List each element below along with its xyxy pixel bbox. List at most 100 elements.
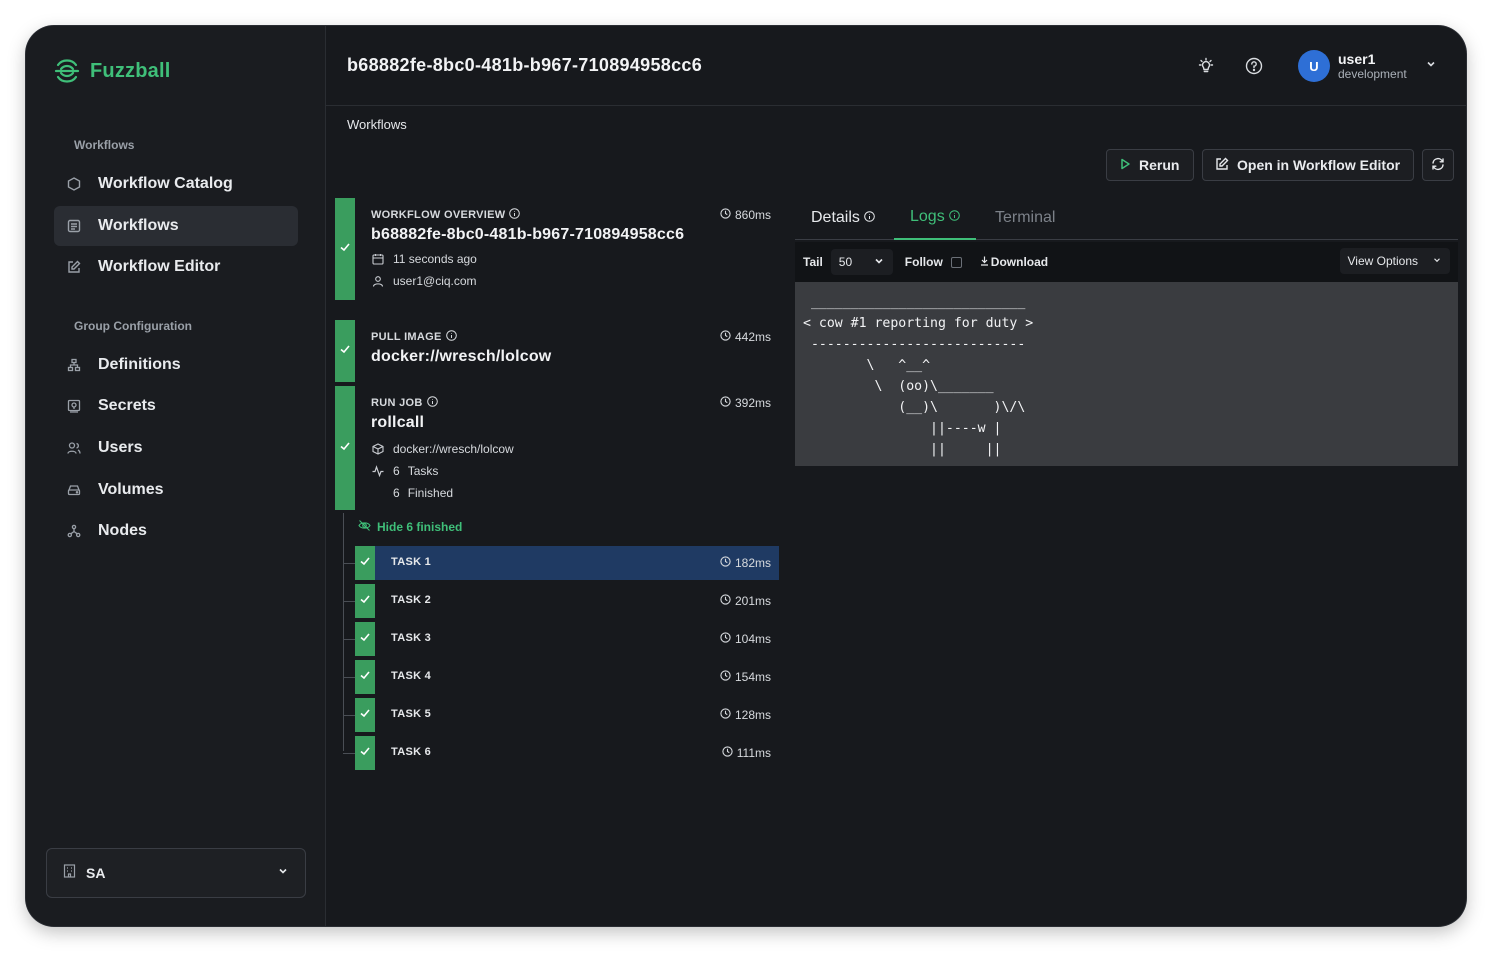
user-icon — [371, 274, 385, 288]
sidebar-item-workflow-editor[interactable]: Workflow Editor — [54, 247, 298, 287]
help-icon[interactable] — [1244, 56, 1264, 76]
sidebar-item-volumes[interactable]: Volumes — [54, 470, 298, 510]
sidebar-item-users[interactable]: Users — [54, 428, 298, 468]
finished-count: 6 — [393, 486, 400, 500]
job-image-text: docker://wresch/lolcow — [393, 442, 514, 456]
task-duration: 104ms — [720, 632, 771, 646]
user-role: development — [1338, 67, 1407, 81]
task-status-bar — [355, 660, 375, 694]
clock-icon — [720, 708, 731, 722]
run-job-step[interactable]: RUN JOB 392ms rollcall docker://wresch/l… — [335, 386, 779, 510]
clock-icon — [720, 632, 731, 646]
check-icon — [359, 668, 371, 686]
pull-image-step[interactable]: PULL IMAGE 442ms docker://wresch/lolcow — [335, 320, 779, 382]
tab-details[interactable]: Details — [795, 196, 891, 240]
sidebar-item-label: Volumes — [98, 481, 164, 498]
sidebar-item-nodes[interactable]: Nodes — [54, 511, 298, 551]
sidebar-item-label: Users — [98, 439, 143, 456]
sidebar-item-definitions[interactable]: Definitions — [54, 345, 298, 385]
follow-checkbox[interactable] — [950, 256, 962, 268]
sidebar-item-secrets[interactable]: Secrets — [54, 386, 298, 426]
clock-icon — [720, 208, 731, 222]
check-icon — [339, 342, 351, 360]
created-time: 11 seconds ago — [371, 252, 477, 266]
job-finished: 6 Finished — [371, 486, 453, 500]
sidebar-item-workflow-catalog[interactable]: Workflow Catalog — [54, 164, 298, 204]
log-toolbar: Tail 50 Follow Download View Options — [795, 242, 1458, 282]
task-row[interactable]: TASK 2 201ms — [343, 584, 779, 618]
edit-icon — [1215, 157, 1229, 174]
tab-logs[interactable]: Logs — [894, 196, 976, 240]
task-duration-text: 154ms — [734, 670, 771, 684]
activity-icon — [371, 464, 385, 478]
check-icon — [359, 554, 371, 572]
rerun-label: Rerun — [1139, 157, 1180, 173]
info-icon[interactable] — [426, 396, 438, 410]
task-duration-text: 104ms — [734, 632, 771, 646]
task-status-bar — [355, 736, 375, 770]
view-options-label: View Options — [1347, 254, 1418, 268]
tree-connector — [343, 639, 355, 640]
list-icon — [66, 218, 82, 234]
task-row[interactable]: TASK 5 128ms — [343, 698, 779, 732]
section-label-group-configuration: Group Configuration — [74, 319, 192, 333]
building-icon — [63, 863, 76, 883]
info-icon[interactable] — [509, 208, 521, 222]
user-info: user1 development — [1338, 51, 1407, 81]
task-row[interactable]: TASK 4 154ms — [343, 660, 779, 694]
edit-icon — [66, 259, 82, 275]
step-kicker: RUN JOB — [371, 396, 438, 410]
task-duration-text: 111ms — [736, 746, 771, 760]
step-status-bar — [335, 386, 355, 510]
log-output[interactable]: ___________________________ < cow #1 rep… — [795, 282, 1458, 466]
sidebar-item-label: Workflow Editor — [98, 258, 221, 275]
organization-select[interactable]: SA — [46, 848, 306, 898]
step-kicker-text: WORKFLOW OVERVIEW — [371, 209, 506, 221]
breadcrumb[interactable]: Workflows — [347, 117, 407, 132]
download-icon — [980, 255, 989, 269]
rerun-button[interactable]: Rerun — [1106, 149, 1194, 181]
step-status-bar — [335, 320, 355, 382]
app-window: Fuzzball Workflows Workflow Catalog Work… — [26, 26, 1466, 926]
workflow-overview-step[interactable]: WORKFLOW OVERVIEW 860ms b68882fe-8bc0-48… — [335, 198, 779, 300]
refresh-icon — [1431, 157, 1445, 174]
hide-finished-toggle[interactable]: Hide 6 finished — [358, 519, 462, 535]
check-icon — [359, 630, 371, 648]
sidebar-item-workflows[interactable]: Workflows — [54, 206, 298, 246]
info-icon[interactable] — [445, 330, 457, 344]
task-status-bar — [355, 546, 375, 580]
task-name: TASK 3 — [391, 632, 432, 644]
tail-label: Tail — [803, 255, 823, 269]
task-duration: 128ms — [720, 708, 771, 722]
task-row[interactable]: TASK 6 111ms — [343, 736, 779, 770]
download-button[interactable]: Download — [980, 255, 1048, 269]
section-label-workflows: Workflows — [74, 138, 135, 152]
task-duration-text: 201ms — [734, 594, 771, 608]
view-options-dropdown[interactable]: View Options — [1339, 248, 1450, 274]
step-kicker: WORKFLOW OVERVIEW — [371, 208, 521, 222]
task-row[interactable]: TASK 1 182ms — [343, 546, 779, 580]
step-duration: 860ms — [720, 208, 771, 222]
task-duration: 201ms — [720, 594, 771, 608]
open-in-workflow-editor-button[interactable]: Open in Workflow Editor — [1202, 149, 1414, 181]
task-row[interactable]: TASK 3 104ms — [343, 622, 779, 656]
brand-name: Fuzzball — [90, 59, 171, 82]
tab-terminal[interactable]: Terminal — [979, 196, 1071, 240]
tail-value: 50 — [838, 255, 853, 269]
refresh-button[interactable] — [1422, 149, 1454, 181]
step-kicker: PULL IMAGE — [371, 330, 457, 344]
tree-connector — [343, 563, 355, 564]
theme-toggle-icon[interactable] — [1196, 56, 1216, 76]
info-icon — [864, 209, 875, 227]
task-name: TASK 4 — [391, 670, 432, 682]
sidebar-item-label: Workflows — [98, 217, 179, 234]
play-icon — [1119, 157, 1131, 173]
workflow-id: b68882fe-8bc0-481b-b967-710894958cc6 — [371, 226, 685, 243]
sidebar-item-label: Nodes — [98, 522, 147, 539]
brand[interactable]: Fuzzball — [52, 56, 171, 86]
user-menu[interactable]: U user1 development — [1298, 50, 1437, 82]
package-icon — [371, 442, 385, 456]
tail-select[interactable]: 50 — [830, 249, 893, 275]
user-name: user1 — [1338, 51, 1376, 67]
step-kicker-text: RUN JOB — [371, 397, 423, 409]
